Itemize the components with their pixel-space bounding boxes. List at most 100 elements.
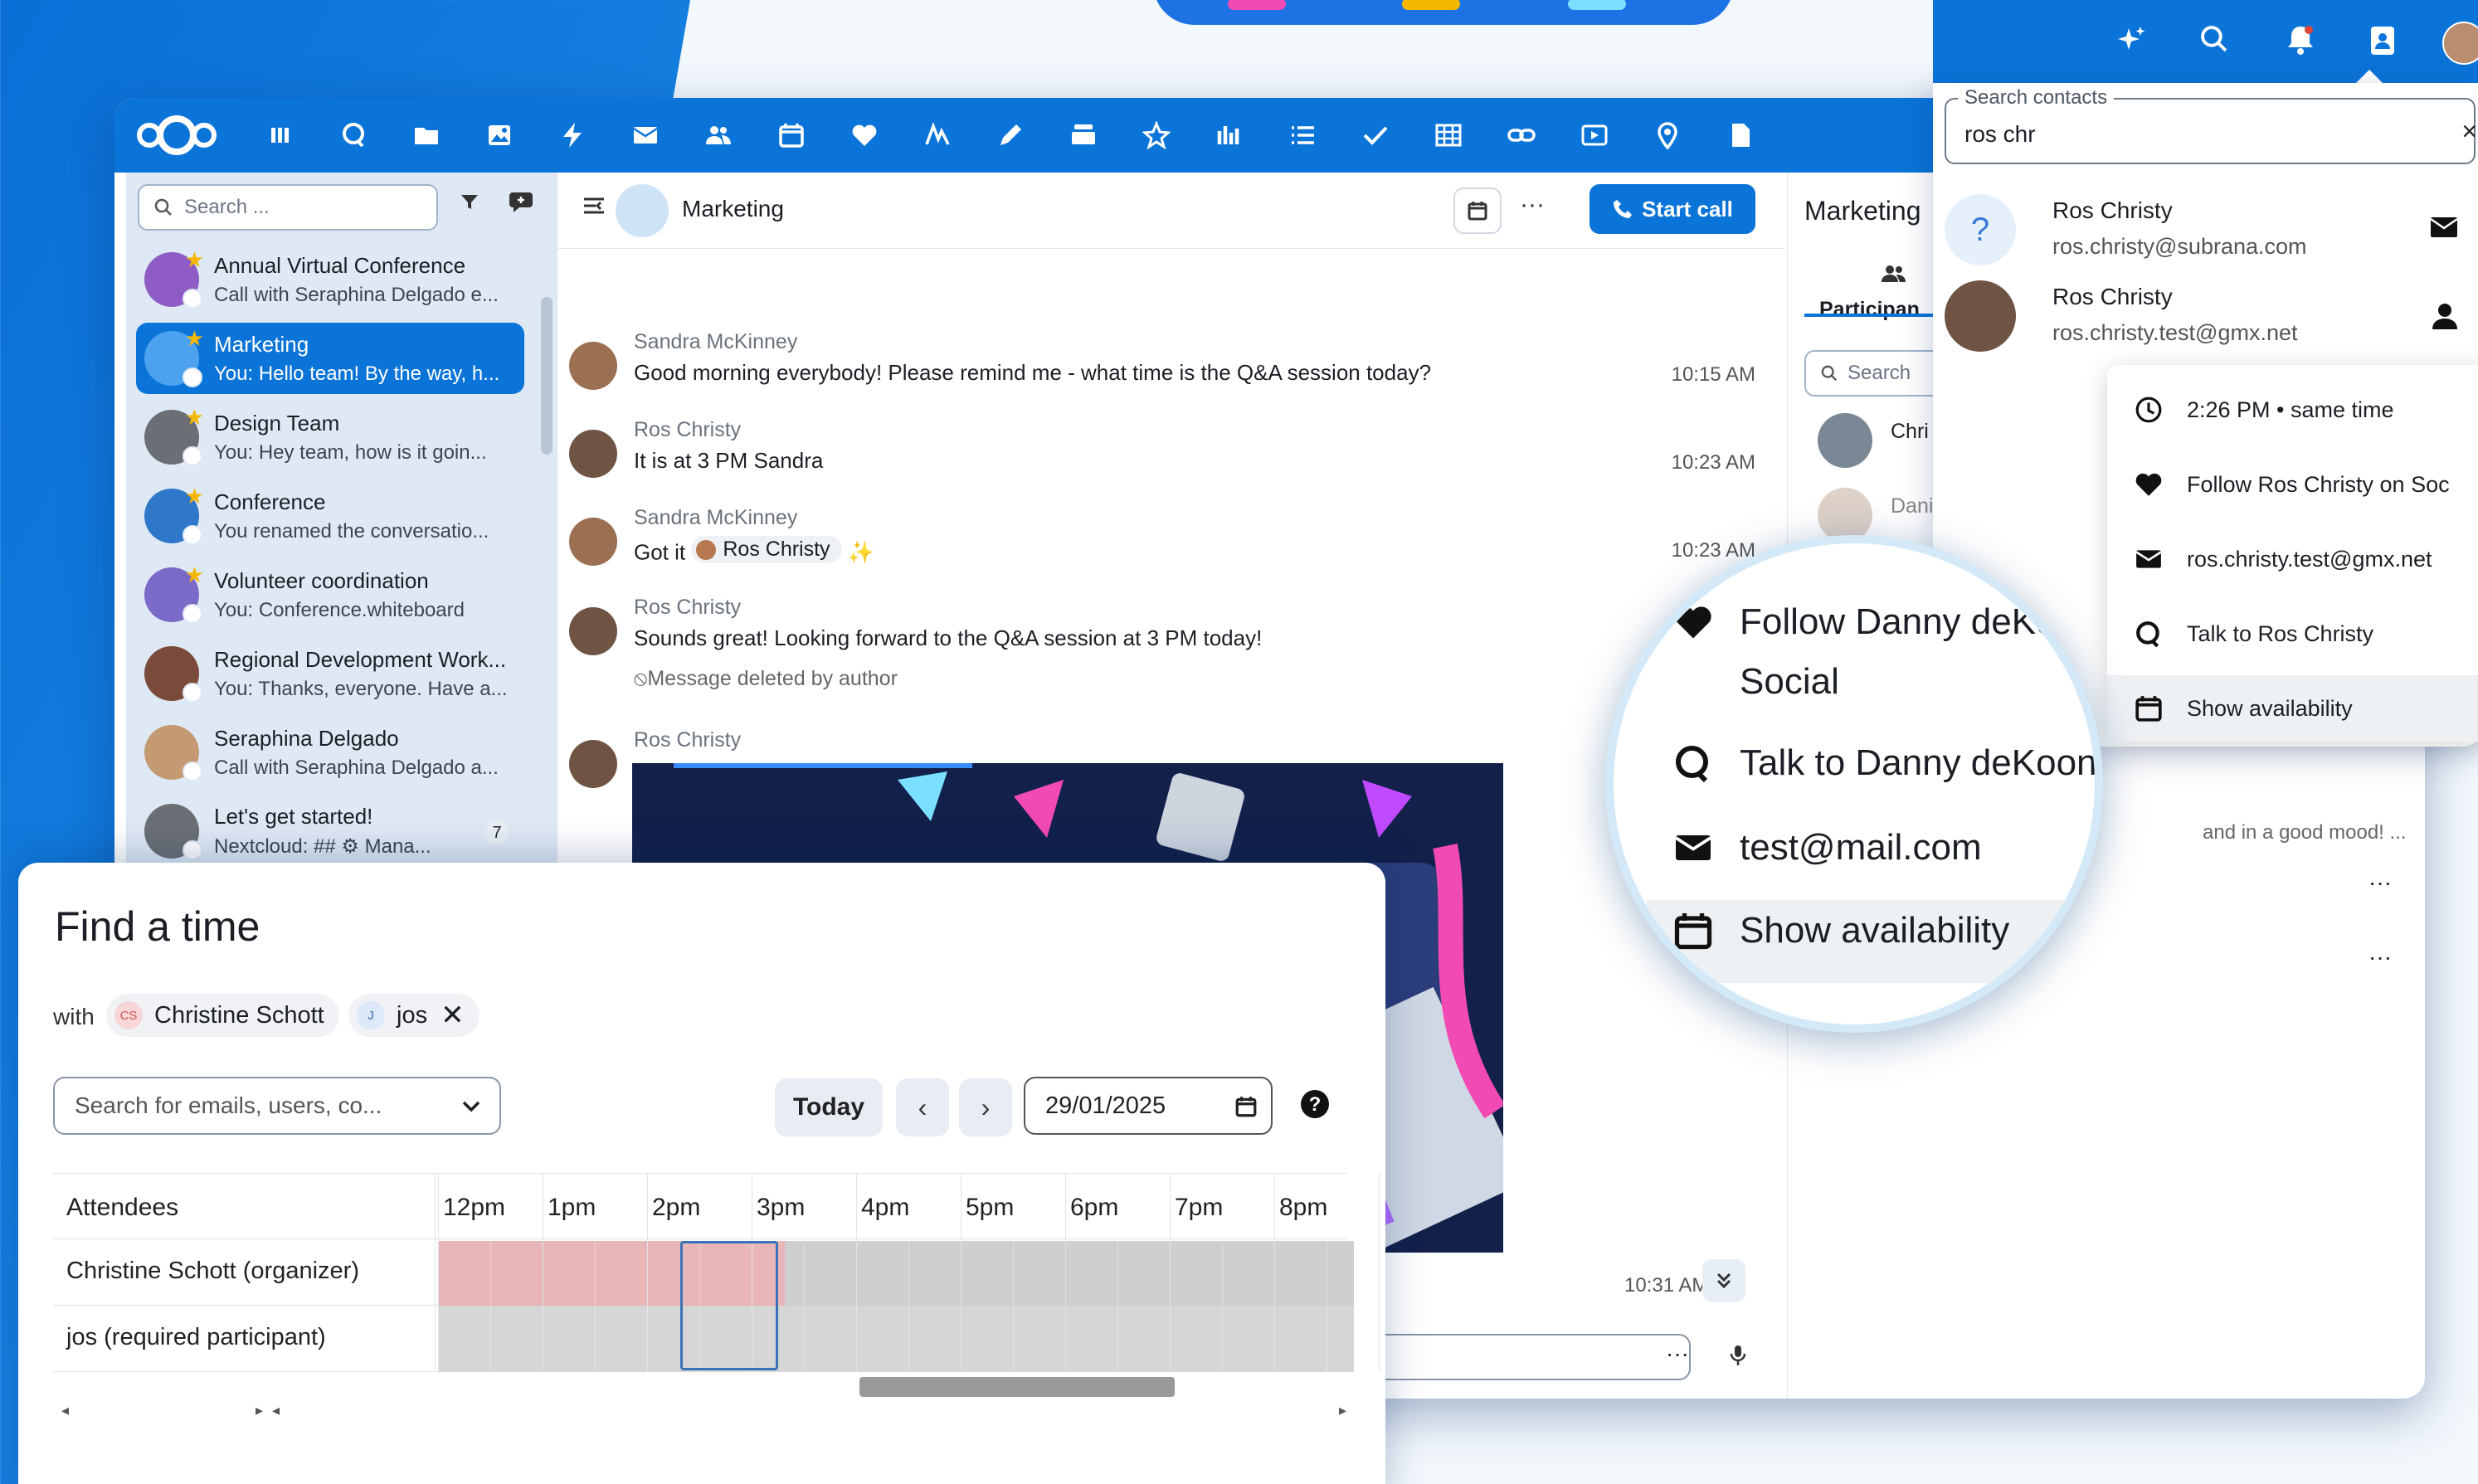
grid-line (1117, 1173, 1118, 1372)
participant-avatar[interactable] (1818, 488, 1872, 543)
start-call-button[interactable]: Start call (1590, 184, 1755, 234)
previous-day-button[interactable]: ‹ (896, 1078, 949, 1136)
document-icon[interactable] (1704, 98, 1777, 173)
heart-icon[interactable] (828, 98, 901, 173)
link-icon[interactable] (1485, 98, 1558, 173)
conversation-search-input[interactable]: Search ... (138, 184, 438, 231)
conversation-item[interactable]: Regional Development Work... You: Thanks,… (136, 638, 524, 709)
checkmark-icon[interactable] (1339, 98, 1412, 173)
mail-icon[interactable] (609, 98, 682, 173)
deck-icon[interactable] (1047, 98, 1120, 173)
calendar-icon[interactable] (755, 98, 828, 173)
notifications-icon[interactable] (2286, 25, 2315, 55)
message-composer-input[interactable] (1359, 1334, 1691, 1380)
grid-line (908, 1173, 909, 1372)
timeline-scrollbar[interactable] (859, 1377, 1175, 1397)
contact-menu-item[interactable]: Show availability (2107, 675, 2478, 742)
notes-icon[interactable] (901, 98, 974, 173)
conversation-item[interactable]: ★ Design Team You: Hey team, how is it goi… (136, 401, 524, 473)
tasks-list-icon[interactable] (1266, 98, 1339, 173)
conversation-avatar[interactable] (616, 184, 669, 237)
video-icon[interactable] (1558, 98, 1631, 173)
contact-menu-item[interactable]: Follow Ros Christy on Soc (2107, 451, 2478, 518)
activity-icon[interactable] (536, 98, 609, 173)
analytics-icon[interactable] (1193, 98, 1266, 173)
pen-icon[interactable] (974, 98, 1047, 173)
conversation-item[interactable]: Let's get started! Nextcloud: ## ⚙ Mana..… (136, 796, 524, 867)
remove-attendee-icon[interactable]: ✕ (441, 999, 465, 1032)
contact-menu-item[interactable]: ros.christy.test@gmx.net (2107, 526, 2478, 592)
conversation-item[interactable]: ★ Marketing You: Hello team! By the way, h… (136, 323, 524, 394)
magnified-menu-item[interactable]: test@mail.com (1672, 827, 1982, 869)
conversation-avatar: ★ (144, 484, 204, 545)
conversation-last-message: You: Conference.whiteboard (214, 598, 465, 621)
contact-menu-item[interactable]: Talk to Ros Christy (2107, 601, 2478, 667)
user-icon[interactable] (2431, 302, 2459, 330)
message-actions-button[interactable]: ··· (2368, 869, 2392, 896)
contacts-menu-icon[interactable] (2368, 25, 2398, 56)
next-day-button[interactable]: › (959, 1078, 1012, 1136)
grid-line (1379, 1173, 1380, 1372)
scroll-left-icon[interactable]: ◂ (61, 1402, 69, 1419)
magnified-menu-item[interactable]: Follow Danny deKo (1672, 601, 2057, 643)
participant-avatar[interactable] (1818, 413, 1872, 468)
sidebar-scrollbar[interactable] (541, 297, 553, 455)
scroll-to-bottom-button[interactable] (1702, 1259, 1745, 1302)
filter-icon[interactable] (460, 192, 480, 212)
date-input[interactable]: 29/01/2025 (1024, 1077, 1273, 1135)
sparkle-icon[interactable] (1120, 98, 1193, 173)
conversation-item[interactable]: Seraphina Delgado Call with Seraphina Del… (136, 717, 524, 788)
scroll-left-icon[interactable]: ◂ (272, 1402, 280, 1419)
assistant-icon[interactable] (2115, 25, 2147, 56)
scroll-right-icon[interactable]: ▸ (256, 1402, 263, 1419)
magnified-menu-item[interactable]: Talk to Danny deKoon (1672, 742, 2095, 784)
author-avatar[interactable] (569, 518, 617, 566)
calendar-button[interactable] (1453, 187, 1502, 234)
dashboard-icon[interactable] (244, 98, 317, 173)
contact-result[interactable]: ? Ros Christy ros.christy@subrana.com (1945, 191, 2476, 274)
author-avatar[interactable] (569, 607, 617, 655)
user-avatar[interactable] (2442, 22, 2478, 65)
dialog-title: Find a time (55, 903, 260, 950)
mention-chip[interactable]: Ros Christy (691, 536, 842, 563)
message-text: Sounds great! Looking forward to the Q&A… (634, 625, 1263, 650)
toggle-sidebar-icon[interactable] (582, 196, 606, 216)
contact-result[interactable]: Ros Christy ros.christy.test@gmx.net (1945, 277, 2476, 360)
conversation-item[interactable]: ★ Conference You renamed the conversatio..… (136, 480, 524, 552)
selected-time-slot[interactable] (680, 1241, 778, 1370)
tables-icon[interactable] (1412, 98, 1485, 173)
composer-more-button[interactable]: ··· (1666, 1340, 1689, 1367)
clear-icon[interactable]: × (2461, 116, 2477, 147)
conversation-item[interactable]: ★ Volunteer coordination You: Conference.w… (136, 559, 524, 630)
talk-icon[interactable] (317, 98, 390, 173)
more-actions-button[interactable]: ··· (1520, 191, 1545, 219)
new-conversation-icon[interactable] (509, 191, 536, 214)
message-actions-button[interactable]: ··· (2368, 944, 2392, 971)
calendar-icon[interactable] (1234, 1095, 1258, 1118)
author-avatar[interactable] (569, 430, 617, 478)
search-icon[interactable] (2200, 25, 2228, 53)
contact-menu-item[interactable]: 2:26 PM • same time (2107, 377, 2478, 443)
help-icon[interactable]: ? (1299, 1088, 1331, 1120)
attendee-chip[interactable]: CS Christine Schott (106, 994, 339, 1037)
conversation-item[interactable]: ★ Annual Virtual Conference Call with Sera… (136, 244, 524, 315)
author-avatar[interactable] (569, 740, 617, 788)
files-icon[interactable] (390, 98, 463, 173)
nextcloud-logo[interactable] (131, 110, 222, 160)
magnified-menu-item[interactable]: Social (1672, 661, 1839, 703)
attendee-search-input[interactable]: Search for emails, users, co... (53, 1077, 501, 1135)
scroll-right-icon[interactable]: ▸ (1339, 1402, 1346, 1419)
magnified-menu-item[interactable]: Show availability (1672, 910, 2009, 951)
attendee-chip[interactable]: J jos ✕ (348, 994, 480, 1037)
today-button[interactable]: Today (775, 1078, 883, 1136)
maps-icon[interactable] (1631, 98, 1704, 173)
author-avatar[interactable] (569, 342, 617, 390)
contacts-search-value: ros chr (1964, 121, 2036, 147)
contacts-search-field[interactable]: Search contacts ros chr × (1945, 86, 2477, 164)
photos-icon[interactable] (463, 98, 536, 173)
conversation-text: Annual Virtual Conference Call with Serap… (214, 253, 524, 307)
mail-icon[interactable] (2429, 216, 2459, 239)
calendar-icon (1467, 200, 1488, 221)
microphone-icon[interactable] (1729, 1344, 1747, 1367)
contacts-icon[interactable] (682, 98, 755, 173)
